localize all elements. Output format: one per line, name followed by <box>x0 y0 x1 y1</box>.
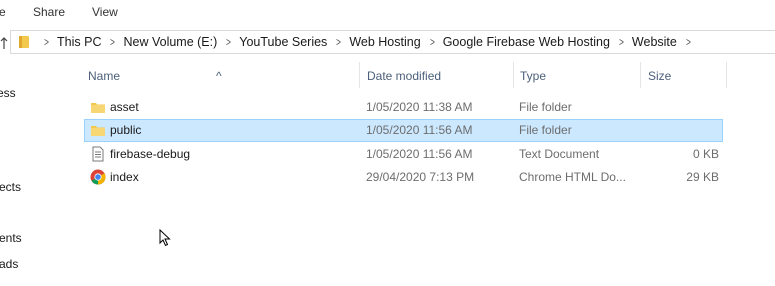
file-date: 1/05/2020 11:56 AM <box>366 147 473 161</box>
column-divider[interactable] <box>640 62 641 88</box>
column-header-name[interactable]: Name <box>88 69 120 83</box>
file-row-firebase-debug[interactable]: firebase-debug 1/05/2020 11:56 AM Text D… <box>84 143 723 166</box>
crumb-google-firebase[interactable]: Google Firebase Web Hosting <box>443 35 610 49</box>
chevron-right-icon[interactable]: > <box>226 35 231 49</box>
chevron-right-icon[interactable]: > <box>619 35 624 49</box>
file-date: 1/05/2020 11:56 AM <box>366 123 473 137</box>
file-row-asset[interactable]: asset 1/05/2020 11:38 AM File folder <box>84 96 723 119</box>
nav-item-objects[interactable]: ects <box>0 180 21 194</box>
address-row: > This PC > New Volume (E:) > YouTube Se… <box>0 24 775 62</box>
ribbon-tab-share[interactable]: Share <box>33 5 65 19</box>
text-document-icon <box>90 146 106 162</box>
file-type: Chrome HTML Do... <box>519 170 626 184</box>
file-list: ^ Name Date modified Type Size asset 1/0… <box>64 62 775 286</box>
file-row-public[interactable]: public 1/05/2020 11:56 AM File folder <box>84 119 723 142</box>
file-date: 29/04/2020 7:13 PM <box>366 170 475 184</box>
file-type: Text Document <box>519 147 600 161</box>
ribbon: e Share View <box>0 0 775 24</box>
chevron-right-icon[interactable]: > <box>686 35 691 49</box>
crumb-youtube-series[interactable]: YouTube Series <box>239 35 327 49</box>
file-size: 0 KB <box>692 147 719 161</box>
crumb-new-volume[interactable]: New Volume (E:) <box>123 35 217 49</box>
folder-icon <box>90 122 106 138</box>
file-name: asset <box>110 100 139 114</box>
file-name: public <box>110 123 142 137</box>
chevron-right-icon[interactable]: > <box>44 35 49 49</box>
column-divider[interactable] <box>513 62 514 88</box>
chevron-right-icon[interactable]: > <box>336 35 341 49</box>
nav-item-documents[interactable]: ents <box>0 231 22 245</box>
chevron-right-icon[interactable]: > <box>111 35 116 49</box>
crumb-this-pc[interactable]: This PC <box>57 35 101 49</box>
column-header-date[interactable]: Date modified <box>367 69 441 83</box>
file-type: File folder <box>519 123 572 137</box>
file-row-index[interactable]: index 29/04/2020 7:13 PM Chrome HTML Do.… <box>84 166 723 189</box>
file-size: 29 KB <box>686 170 719 184</box>
file-name: index <box>110 170 139 184</box>
column-divider[interactable] <box>726 62 727 88</box>
ribbon-tab-view[interactable]: View <box>92 5 118 19</box>
up-arrow-icon[interactable] <box>0 36 8 50</box>
mouse-cursor-icon <box>159 228 171 250</box>
nav-item-quick-access[interactable]: ess <box>0 86 16 100</box>
column-divider[interactable] <box>359 62 360 88</box>
breadcrumb: > This PC > New Volume (E:) > YouTube Se… <box>35 31 699 53</box>
chrome-icon <box>90 169 106 185</box>
sort-ascending-icon: ^ <box>216 69 222 83</box>
navigation-pane: ess ects ents ads <box>0 62 64 286</box>
chevron-right-icon[interactable]: > <box>430 35 435 49</box>
file-name: firebase-debug <box>110 147 191 161</box>
crumb-website[interactable]: Website <box>632 35 677 49</box>
column-header-type[interactable]: Type <box>520 69 546 83</box>
nav-item-downloads[interactable]: ads <box>0 257 18 271</box>
column-header-row: ^ Name Date modified Type Size <box>64 62 775 88</box>
crumb-web-hosting[interactable]: Web Hosting <box>349 35 420 49</box>
file-type: File folder <box>519 100 572 114</box>
address-bar[interactable]: > This PC > New Volume (E:) > YouTube Se… <box>10 30 775 54</box>
ribbon-tab-partial[interactable]: e <box>0 5 6 19</box>
file-date: 1/05/2020 11:38 AM <box>366 100 473 114</box>
column-header-size[interactable]: Size <box>648 69 671 83</box>
nav-item-partial[interactable] <box>0 204 2 218</box>
folder-icon <box>19 35 29 52</box>
folder-icon <box>90 99 106 115</box>
